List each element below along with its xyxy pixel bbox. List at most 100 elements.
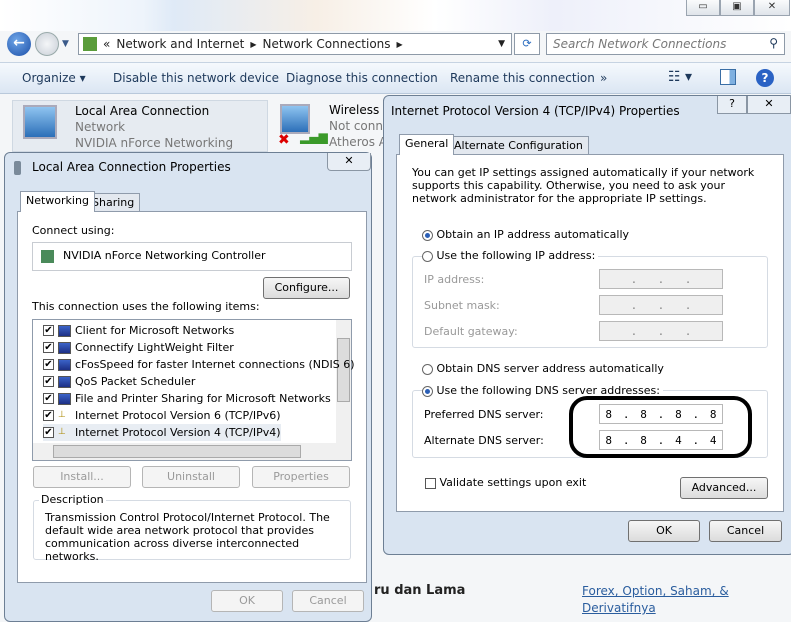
back-button[interactable]: ← — [7, 32, 31, 56]
checkbox-icon[interactable]: ✔ — [43, 427, 54, 438]
horizontal-scrollbar[interactable] — [33, 443, 351, 460]
close-button[interactable]: ✕ — [754, 0, 790, 16]
network-folder-icon — [83, 37, 97, 51]
refresh-icon[interactable]: ⟳ — [514, 33, 540, 55]
item-label: Connectify LightWeight Filter — [75, 341, 234, 354]
preview-pane-icon[interactable] — [720, 69, 736, 85]
tab-alternate-configuration[interactable]: Alternate Configuration — [448, 136, 589, 155]
disable-device-button[interactable]: Disable this network device — [113, 71, 279, 85]
list-item[interactable]: ✔ Client for Microsoft Networks — [43, 322, 234, 339]
preferred-dns-label: Preferred DNS server: — [424, 408, 544, 421]
lan-properties-dialog: Local Area Connection Properties ✕ Netwo… — [4, 152, 372, 622]
ip-address-input[interactable]: ... — [599, 269, 723, 289]
uninstall-button[interactable]: Uninstall — [142, 466, 240, 488]
alternate-dns-label: Alternate DNS server: — [424, 434, 544, 447]
scrollbar-thumb[interactable] — [53, 445, 301, 458]
item-label: QoS Packet Scheduler — [75, 375, 196, 388]
web-link[interactable]: Forex, Option, Saham, & Derivatifnya — [582, 583, 742, 617]
checkbox-icon[interactable]: ✔ — [43, 376, 54, 387]
network-adapter-icon — [23, 105, 57, 139]
connection-name: Local Area Connection — [75, 104, 210, 118]
maximize-button[interactable]: ▣ — [720, 0, 754, 16]
advanced-button[interactable]: Advanced... — [680, 477, 768, 499]
breadcrumb-overflow[interactable]: « — [103, 37, 110, 51]
protocol-icon: ⊥ — [58, 409, 66, 420]
checkbox-icon[interactable]: ✔ — [43, 410, 54, 421]
cancel-button[interactable]: Cancel — [709, 520, 782, 542]
adapter-field: NVIDIA nForce Networking Controller — [32, 242, 352, 271]
list-item[interactable]: ✔ ⊥ Internet Protocol Version 6 (TCP/IPv6) — [43, 407, 281, 424]
search-input[interactable]: Search Network Connections ⚲ — [546, 33, 785, 55]
list-item[interactable]: ✔ File and Printer Sharing for Microsoft … — [43, 390, 331, 407]
diagnose-button[interactable]: Diagnose this connection — [286, 71, 438, 85]
list-item[interactable]: ✔ cFosSpeed for faster Internet connectio… — [43, 356, 355, 373]
use-ip-radio[interactable]: Use the following IP address: — [422, 249, 599, 262]
vertical-scrollbar[interactable] — [336, 320, 351, 444]
subnet-mask-input[interactable]: ... — [599, 295, 723, 315]
help-icon[interactable]: ? — [756, 69, 774, 87]
ok-button[interactable]: OK — [628, 520, 700, 542]
chevron-right-icon[interactable]: ▶ — [397, 40, 403, 49]
connection-local-area[interactable]: Local Area Connection Network NVIDIA nFo… — [12, 100, 268, 166]
item-label: Internet Protocol Version 4 (TCP/IPv4) — [75, 426, 281, 439]
subnet-mask-label: Subnet mask: — [424, 299, 500, 312]
adapter-icon — [41, 250, 54, 263]
breadcrumb-network-connections[interactable]: Network Connections — [262, 37, 390, 51]
close-button[interactable]: ✕ — [327, 153, 371, 171]
ok-button[interactable]: OK — [211, 590, 283, 612]
address-bar[interactable]: « Network and Internet ▶ Network Connect… — [78, 33, 512, 55]
radio-icon — [422, 229, 433, 241]
minimize-button[interactable]: ▭ — [686, 0, 720, 16]
breadcrumb-network-and-internet[interactable]: Network and Internet — [116, 37, 244, 51]
item-label: Internet Protocol Version 6 (TCP/IPv6) — [75, 409, 281, 422]
item-label: Client for Microsoft Networks — [75, 324, 235, 337]
rename-button[interactable]: Rename this connection — [450, 71, 595, 85]
checkbox-icon[interactable]: ✔ — [43, 393, 54, 404]
search-icon[interactable]: ⚲ — [769, 36, 778, 50]
description-label: Description — [39, 493, 106, 506]
default-gateway-label: Default gateway: — [424, 325, 518, 338]
network-component-icon — [58, 392, 71, 405]
validate-checkbox[interactable]: Validate settings upon exit — [425, 476, 586, 489]
forward-button[interactable] — [35, 32, 59, 56]
list-item[interactable]: ✔ Connectify LightWeight Filter — [43, 339, 234, 356]
checkbox-icon — [425, 477, 436, 489]
ip-address-label: IP address: — [424, 273, 485, 286]
command-bar: Organize ▾ Disable this network device D… — [0, 62, 791, 94]
tab-networking[interactable]: Networking — [20, 191, 95, 212]
organize-button[interactable]: Organize ▾ — [22, 71, 86, 85]
description-text: Transmission Control Protocol/Internet P… — [45, 511, 330, 563]
list-item[interactable]: ✔ QoS Packet Scheduler — [43, 373, 195, 390]
checkbox-icon[interactable]: ✔ — [43, 359, 54, 370]
close-button[interactable]: ✕ — [747, 96, 791, 114]
obtain-dns-radio[interactable]: Obtain DNS server address automatically — [422, 362, 664, 375]
radio-icon — [422, 385, 433, 397]
install-button[interactable]: Install... — [33, 466, 131, 488]
history-dropdown[interactable]: ▼ — [62, 39, 69, 49]
tab-general[interactable]: General — [399, 134, 455, 155]
configure-button[interactable]: Configure... — [263, 277, 350, 299]
view-options-icon[interactable]: ☷ ▾ — [668, 69, 692, 85]
intro-text: You can get IP settings assigned automat… — [412, 166, 755, 205]
default-gateway-input[interactable]: ... — [599, 321, 723, 341]
cancel-button[interactable]: Cancel — [292, 590, 364, 612]
obtain-ip-radio[interactable]: Obtain an IP address automatically — [422, 228, 629, 241]
list-item[interactable]: ✔ ⊥ Internet Protocol Version 4 (TCP/IPv4) — [43, 424, 281, 441]
connect-using-label: Connect using: — [32, 224, 115, 237]
chevron-right-icon[interactable]: ▶ — [250, 40, 256, 49]
network-component-icon — [58, 341, 71, 354]
network-component-icon — [58, 358, 71, 371]
network-plug-icon — [14, 161, 21, 175]
more-commands-button[interactable]: » — [600, 71, 607, 85]
disconnected-x-icon: ✖ — [278, 132, 290, 148]
items-label: This connection uses the following items… — [32, 300, 260, 313]
signal-bars-icon: ▂▄▆ — [300, 130, 328, 144]
address-dropdown-icon[interactable]: ▼ — [498, 39, 505, 49]
checkbox-icon[interactable]: ✔ — [43, 325, 54, 336]
help-button[interactable]: ? — [717, 96, 747, 114]
properties-button[interactable]: Properties — [252, 466, 350, 488]
checkbox-icon[interactable]: ✔ — [43, 342, 54, 353]
connection-status: Network — [75, 120, 126, 134]
item-label: File and Printer Sharing for Microsoft N… — [75, 392, 331, 405]
connection-wireless[interactable]: ✖ ▂▄▆ Wireless N Not conne Atheros Al — [276, 100, 392, 152]
